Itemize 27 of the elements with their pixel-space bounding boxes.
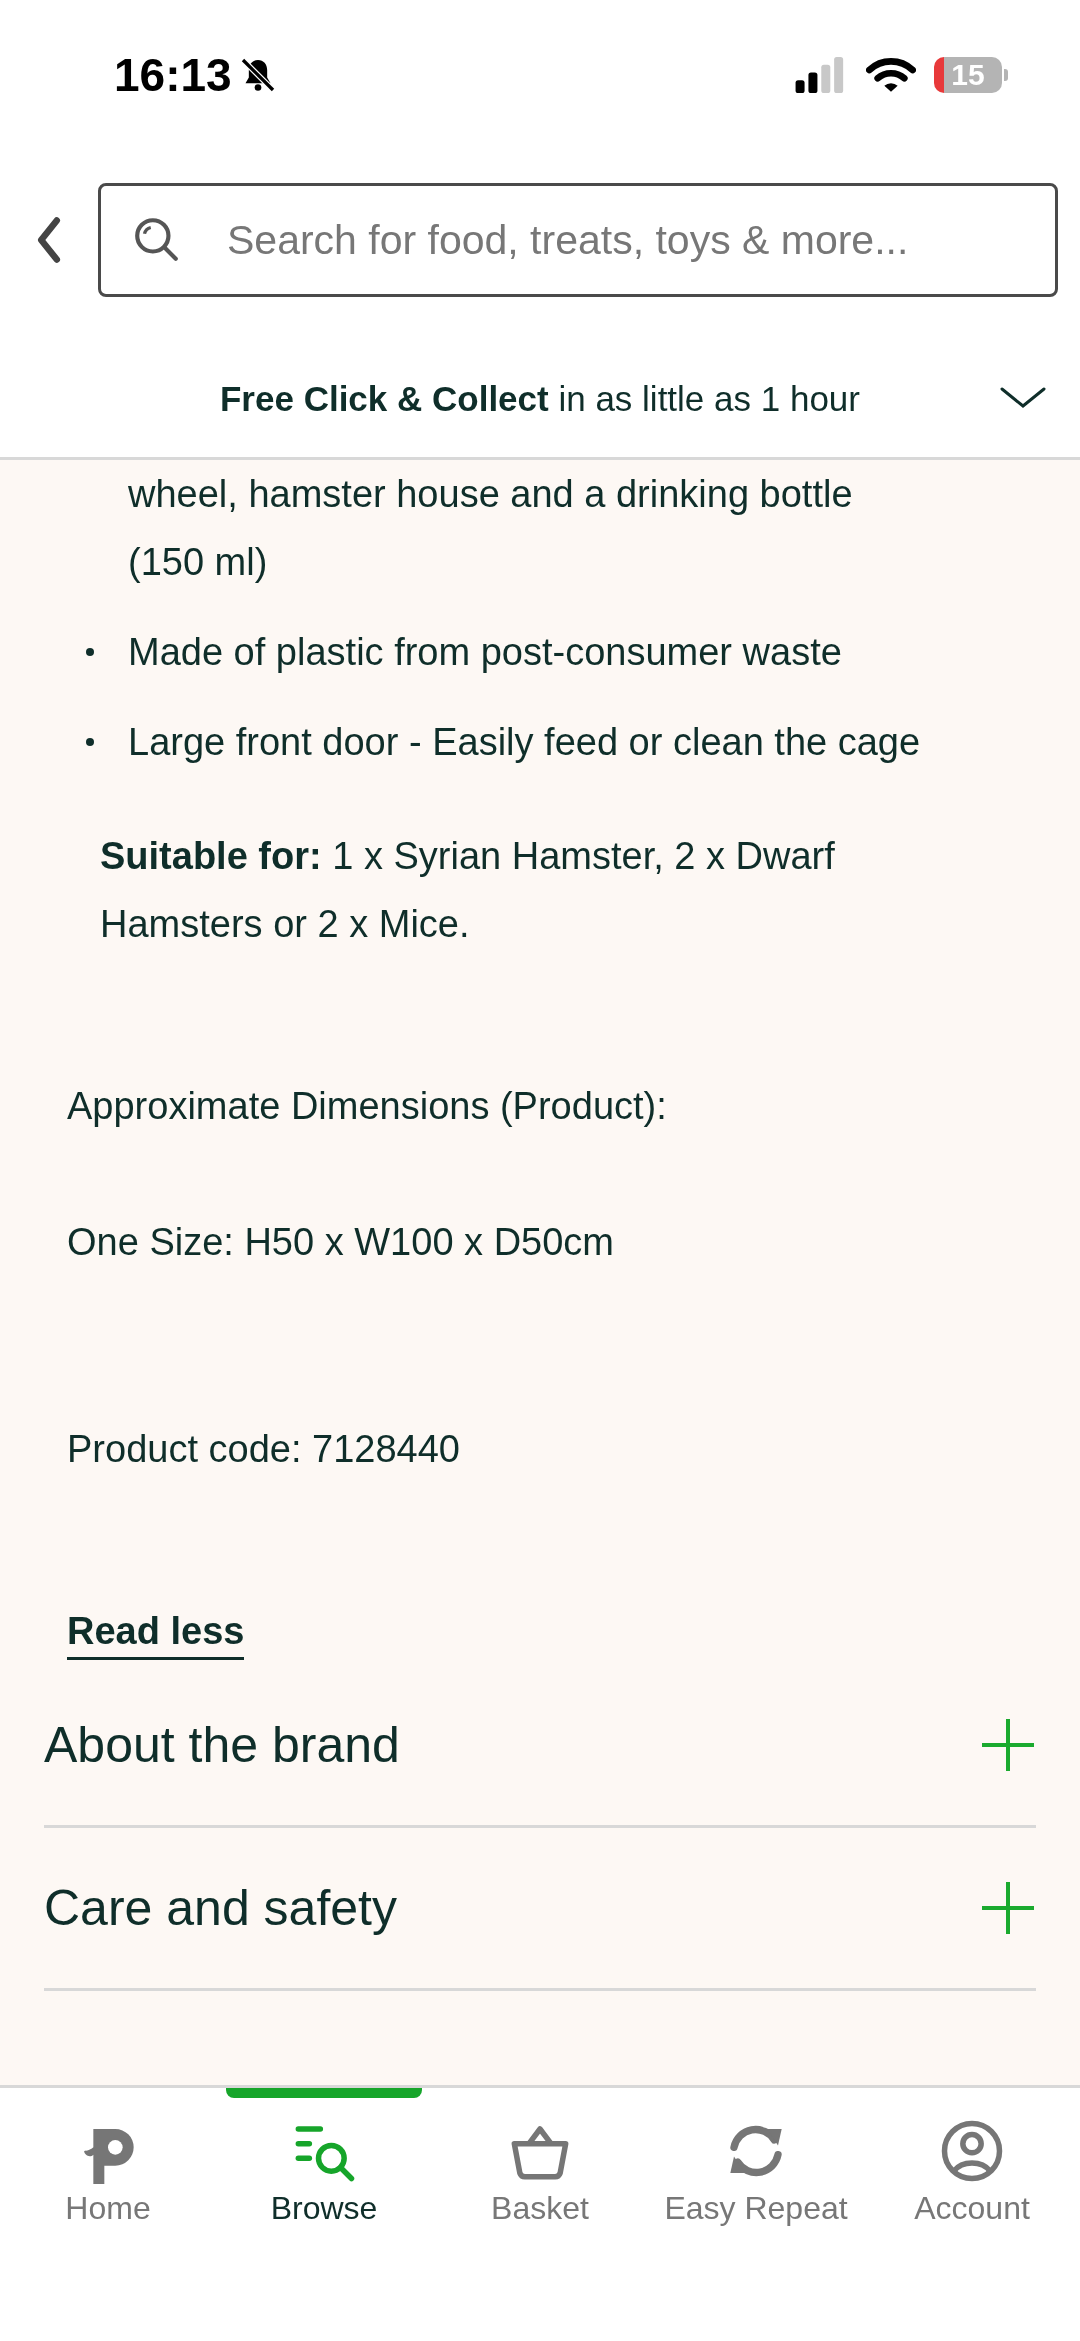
accordion-header[interactable]: About the brand [44,1665,1036,1828]
tab-button[interactable]: Account [864,2088,1080,2227]
section-title: Care and safety [44,1879,397,1938]
bullet-text: Large front door - Easily feed or clean the cage [128,720,921,765]
bullet-dot [86,738,94,746]
battery-level: 15 [951,58,985,92]
account-icon [939,2118,1005,2184]
clock-time: 16:13 [114,48,232,102]
search-field[interactable]: Search for food, treats, toys & more... [98,183,1058,297]
wifi-icon [866,56,916,94]
dimensions-text: One Size: H50 x W100 x D50cm [67,1220,615,1265]
tab-button[interactable]: Browse [216,2088,432,2227]
tab-button[interactable]: Easy Repeat [648,2088,864,2227]
click-collect-text: Free Click & Collect in as little as 1 hour [220,378,860,419]
chevron-down-icon [1000,386,1046,410]
tab-button[interactable]: Home [0,2088,216,2227]
tab-button[interactable]: Basket [432,2088,648,2227]
suitable-for-text: Suitable for: 1 x Syrian Hamster, 2 x Dwarf Hamsters or 2 x Mice. [100,834,836,947]
product-code: Product code: 7128440 [67,1427,461,1472]
bullet-text: Made of plastic from post-consumer waste [128,630,842,675]
bullet-dot [86,648,94,656]
accordion-header[interactable]: Care and safety [44,1828,1036,1991]
dimensions-heading: Approximate Dimensions (Product): [67,1084,668,1129]
back-icon [36,215,62,265]
read-less-link[interactable]: Read less [67,1605,245,1660]
section-title: About the brand [44,1716,400,1775]
bullet-text: wheel, hamster house and a drinking bottle (150 ml) [128,472,854,585]
